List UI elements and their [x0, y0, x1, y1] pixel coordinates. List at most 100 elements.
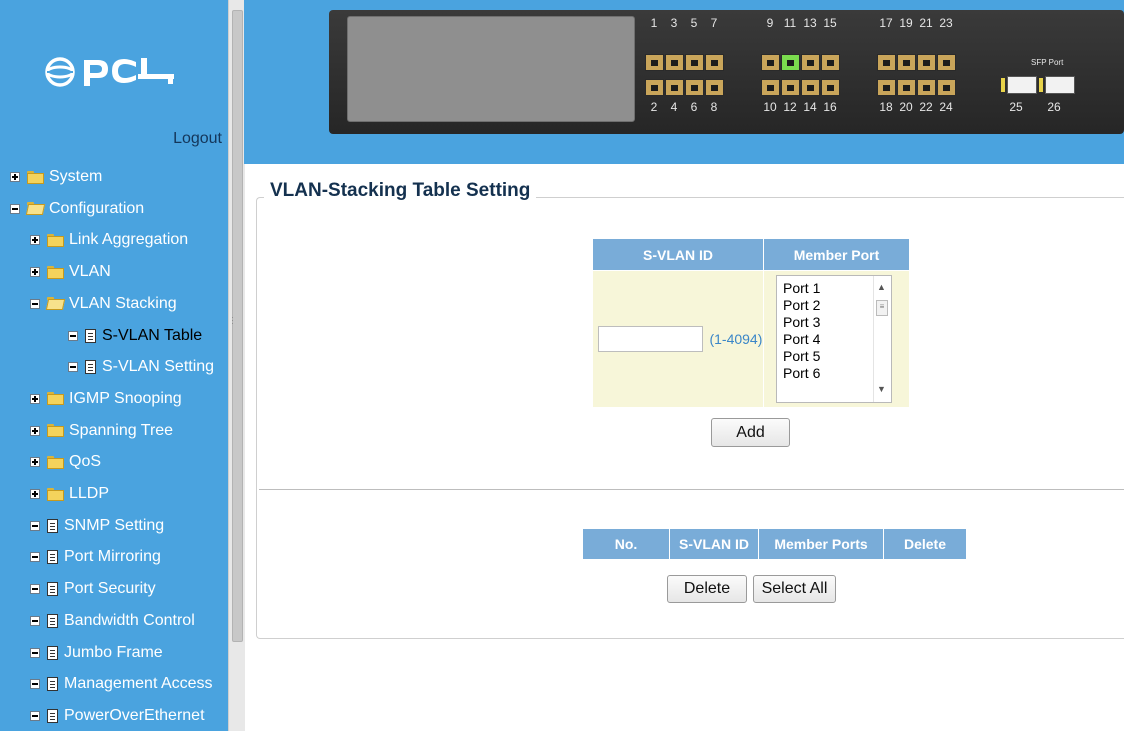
collapse-minus-icon[interactable] [68, 330, 78, 341]
sidebar-item[interactable]: Spanning Tree [30, 417, 173, 445]
folder-icon [47, 392, 64, 406]
port-number-label: 6 [690, 100, 698, 114]
sidebar-item[interactable]: Link Aggregation [30, 226, 188, 254]
collapse-minus-icon[interactable] [30, 584, 40, 595]
port-number-label: 2 [650, 100, 658, 114]
port-number-label: 12 [783, 100, 797, 114]
sidebar-item[interactable]: Port Mirroring [30, 543, 161, 571]
member-ports-header: Member Ports [758, 528, 884, 560]
sidebar-item-label: VLAN [69, 263, 111, 281]
add-button[interactable]: Add [711, 418, 790, 447]
collapse-minus-icon[interactable] [30, 710, 40, 721]
svlan-id-column-header: S-VLAN ID [669, 528, 759, 560]
document-icon [47, 613, 58, 628]
sidebar-item[interactable]: Configuration [10, 195, 144, 223]
ethernet-port-icon[interactable] [897, 79, 916, 96]
ethernet-port-icon[interactable] [937, 79, 956, 96]
collapse-minus-icon[interactable] [68, 362, 78, 373]
member-port-listbox[interactable]: Port 1 Port 2 Port 3 Port 4 Port 5 Port 6 ▲ ≡… [776, 275, 892, 403]
ethernet-port-icon[interactable] [897, 54, 916, 71]
ethernet-port-icon[interactable] [781, 54, 800, 71]
folder-icon [27, 170, 44, 184]
ethernet-port-icon[interactable] [665, 54, 684, 71]
port-number-label: 14 [803, 100, 817, 114]
scroll-down-arrow-icon[interactable]: ▼ [877, 384, 886, 394]
sidebar-item[interactable]: S-VLAN Setting [68, 353, 214, 381]
ethernet-port-icon[interactable] [645, 54, 664, 71]
sidebar-item[interactable]: Bandwidth Control [30, 607, 195, 635]
sfp-port-icon[interactable] [1045, 76, 1075, 94]
folder-icon [47, 233, 64, 247]
expand-plus-icon[interactable] [30, 425, 40, 436]
ethernet-port-icon[interactable] [705, 54, 724, 71]
sidebar-item-label: Link Aggregation [69, 231, 189, 249]
sidebar-item[interactable]: PowerOverEthernet [30, 702, 205, 730]
delete-button[interactable]: Delete [667, 575, 747, 603]
ethernet-port-icon[interactable] [917, 79, 936, 96]
expand-plus-icon[interactable] [30, 393, 40, 404]
expand-plus-icon[interactable] [10, 172, 20, 182]
folder-icon [47, 424, 64, 438]
sidebar-scrollbar[interactable]: · · · [228, 0, 245, 731]
sidebar-item[interactable]: LLDP [30, 480, 109, 508]
section-divider [259, 489, 1124, 490]
sidebar-item[interactable]: QoS [30, 448, 101, 476]
port-number-label: 10 [763, 100, 777, 114]
select-all-button[interactable]: Select All [753, 575, 836, 603]
sidebar-item[interactable]: Management Access [30, 670, 213, 698]
port-number-label: 17 [879, 16, 893, 30]
switch-front-panel: 1 3 5 7 9 11 13 15 17 19 21 23 2 4 6 8 10 12 14 16 18 20 22 24 S… [329, 10, 1124, 134]
sidebar-item[interactable]: VLAN Stacking [30, 290, 177, 318]
folder-open-icon [27, 202, 44, 215]
sidebar-item[interactable]: VLAN [30, 258, 111, 286]
sidebar-item[interactable]: IGMP Snooping [30, 385, 182, 413]
ethernet-port-icon[interactable] [821, 54, 840, 71]
expand-plus-icon[interactable] [30, 267, 40, 278]
scroll-up-arrow-icon[interactable]: ▲ [877, 282, 886, 292]
collapse-minus-icon[interactable] [30, 520, 40, 531]
port-number-label: 3 [670, 16, 678, 30]
ethernet-port-icon[interactable] [685, 54, 704, 71]
collapse-minus-icon[interactable] [30, 647, 40, 658]
collapse-minus-icon[interactable] [30, 679, 40, 690]
port-number-label: 18 [879, 100, 893, 114]
sidebar-item[interactable]: S-VLAN Table [68, 322, 202, 350]
sfp-port-number: 26 [1047, 100, 1061, 114]
ethernet-port-icon[interactable] [645, 79, 664, 96]
ethernet-port-icon[interactable] [877, 79, 896, 96]
sidebar-item[interactable]: SNMP Setting [30, 512, 164, 540]
ethernet-port-icon[interactable] [801, 79, 820, 96]
collapse-minus-icon[interactable] [30, 552, 40, 563]
port-number-label: 23 [939, 16, 953, 30]
ethernet-port-icon[interactable] [665, 79, 684, 96]
sidebar-item[interactable]: Port Security [30, 575, 156, 603]
ethernet-port-icon[interactable] [937, 54, 956, 71]
expand-plus-icon[interactable] [30, 457, 40, 468]
logout-link[interactable]: Logout [0, 130, 222, 148]
document-icon [85, 328, 96, 343]
expand-plus-icon[interactable] [30, 489, 40, 499]
expand-plus-icon[interactable] [30, 235, 40, 246]
ethernet-port-icon[interactable] [761, 54, 780, 71]
sfp-port-icon[interactable] [1007, 76, 1037, 94]
ethernet-port-icon[interactable] [685, 79, 704, 96]
ethernet-port-icon[interactable] [781, 79, 800, 96]
ethernet-port-icon[interactable] [801, 54, 820, 71]
collapse-minus-icon[interactable] [30, 298, 40, 309]
ethernet-port-icon[interactable] [877, 54, 896, 71]
ethernet-port-icon[interactable] [917, 54, 936, 71]
svlan-id-input[interactable] [598, 326, 703, 352]
sidebar-item[interactable]: Jumbo Frame [30, 639, 163, 667]
collapse-minus-icon[interactable] [10, 203, 20, 214]
ethernet-port-icon[interactable] [821, 79, 840, 96]
ethernet-port-icon[interactable] [761, 79, 780, 96]
port-number-label: 20 [899, 100, 913, 114]
sidebar-item[interactable]: System [10, 163, 102, 191]
collapse-minus-icon[interactable] [30, 615, 40, 626]
ethernet-port-icon[interactable] [705, 79, 724, 96]
sidebar-item-label: Port Security [64, 580, 156, 598]
listbox-scroll-thumb[interactable]: ≡ [876, 300, 888, 316]
port-number-label: 7 [710, 16, 718, 30]
listbox-scrollbar[interactable]: ▲ ≡ ▼ [873, 276, 891, 402]
svlan-list-table: No. S-VLAN ID Member Ports Delete [582, 528, 967, 560]
